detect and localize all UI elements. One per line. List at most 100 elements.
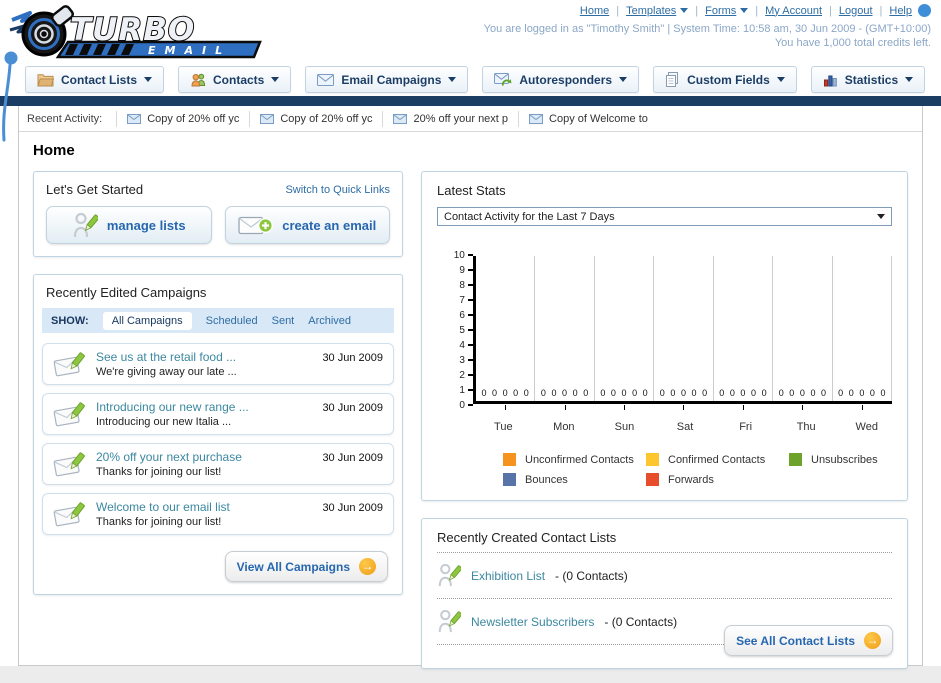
legend-item: Unsubscribes xyxy=(789,453,932,466)
recent-activity-item[interactable]: Copy of Welcome to xyxy=(518,110,658,127)
contact-list-link[interactable]: Newsletter Subscribers xyxy=(471,615,594,629)
envelope-pencil-icon xyxy=(53,351,85,376)
tab-custom-fields[interactable]: Custom Fields xyxy=(653,66,797,93)
nav-home-link[interactable]: Home xyxy=(580,5,609,17)
person-pencil-icon xyxy=(73,212,98,237)
value-labels: 00000 xyxy=(540,388,589,398)
stats-period-dropdown[interactable]: Contact Activity for the Last 7 Days xyxy=(437,207,892,226)
dotted-divider xyxy=(437,598,892,599)
envelope-arrow-icon xyxy=(494,72,512,86)
login-status-text: You are logged in as "Timothy Smith" | S… xyxy=(483,23,931,35)
recent-activity-item[interactable]: 20% off your next p xyxy=(382,110,518,127)
stats-dropdown-value: Contact Activity for the Last 7 Days xyxy=(444,210,615,223)
activity-text: Copy of 20% off yc xyxy=(147,112,240,125)
campaign-title-link[interactable]: Welcome to our email list xyxy=(96,500,313,514)
campaign-row[interactable]: See us at the retail food ... We're givi… xyxy=(42,343,394,385)
chevron-down-icon xyxy=(448,77,457,82)
x-axis-label: Mon xyxy=(553,421,575,433)
campaign-date: 30 Jun 2009 xyxy=(322,402,383,414)
chart-day-group: 00000 xyxy=(595,256,655,410)
tab-contact-lists[interactable]: Contact Lists xyxy=(25,66,165,93)
chevron-down-icon xyxy=(740,8,749,13)
campaign-date: 30 Jun 2009 xyxy=(322,502,383,514)
tab-label: Autoresponders xyxy=(519,72,613,87)
contact-list-item[interactable]: Exhibition List - (0 Contacts) xyxy=(437,560,892,591)
x-axis-label: Sat xyxy=(676,421,694,433)
recent-activity-item[interactable]: Copy of 20% off yc xyxy=(249,110,382,127)
y-axis-tick: 7 xyxy=(445,294,473,306)
chevron-down-icon xyxy=(619,77,628,82)
legend-item: Forwards xyxy=(646,473,789,486)
person-pencil-icon xyxy=(438,609,461,633)
create-email-label: create an email xyxy=(282,217,377,233)
top-nav: Home | Templates | Forms | My Account | Logo… xyxy=(484,4,931,17)
value-labels: 00000 xyxy=(838,388,886,398)
nav-help-link[interactable]: Help xyxy=(889,5,912,17)
contact-activity-chart: 10 9 8 7 6 5 4 3 2 1 0 000000000000000000000000000… xyxy=(445,250,893,411)
envelope-icon xyxy=(393,113,408,124)
navy-divider-bar xyxy=(0,96,941,106)
y-axis-tick: 1 xyxy=(445,384,473,396)
filter-sent[interactable]: Sent xyxy=(272,315,295,327)
tab-statistics[interactable]: Statistics xyxy=(810,66,926,93)
y-axis-tick: 8 xyxy=(445,279,473,291)
header-right: Home | Templates | Forms | My Account | Logo… xyxy=(484,4,931,49)
y-axis-tick: 3 xyxy=(445,354,473,366)
tab-label: Custom Fields xyxy=(687,72,770,87)
campaign-row[interactable]: 20% off your next purchase Thanks for jo… xyxy=(42,443,394,485)
campaign-title-link[interactable]: 20% off your next purchase xyxy=(96,450,313,464)
bar-chart-icon xyxy=(823,75,837,86)
chart-day-group: 00000 xyxy=(714,256,774,410)
y-axis-tick: 5 xyxy=(445,324,473,336)
nav-separator: | xyxy=(879,4,883,17)
switch-quick-links-link[interactable]: Switch to Quick Links xyxy=(285,184,390,196)
pages-icon xyxy=(666,72,679,87)
value-labels: 00000 xyxy=(600,388,648,398)
create-email-button[interactable]: create an email xyxy=(224,206,390,244)
recent-activity-item[interactable]: Copy of 20% off yc xyxy=(116,110,249,127)
x-axis-label: Wed xyxy=(855,421,878,433)
contact-list-count: - (0 Contacts) xyxy=(604,614,678,629)
activity-text: 20% off your next p xyxy=(413,112,509,125)
legend-item: Unconfirmed Contacts xyxy=(503,453,646,466)
view-all-campaigns-button[interactable]: View All Campaigns → xyxy=(224,551,388,582)
campaign-row[interactable]: Welcome to our email list Thanks for joi… xyxy=(42,493,394,535)
x-axis-label: Sun xyxy=(614,421,635,433)
person-pencil-icon xyxy=(438,563,461,587)
campaign-title-link[interactable]: Introducing our new range ... xyxy=(96,400,313,414)
tab-label: Statistics xyxy=(844,72,899,87)
manage-lists-button[interactable]: manage lists xyxy=(46,206,212,244)
credits-text: You have 1,000 total credits left. xyxy=(774,37,931,49)
tab-contacts[interactable]: Contacts xyxy=(178,66,292,93)
contact-list-link[interactable]: Exhibition List xyxy=(471,569,545,583)
legend-swatch xyxy=(646,473,659,486)
y-axis-tick: 0 xyxy=(445,399,473,411)
help-bubble-icon[interactable] xyxy=(918,4,931,17)
filter-scheduled[interactable]: Scheduled xyxy=(206,315,258,327)
campaign-title-link[interactable]: See us at the retail food ... xyxy=(96,350,313,364)
header: TURBO EMAIL Home | Templates | Forms | My A… xyxy=(0,0,941,66)
tab-label: Contact Lists xyxy=(61,72,138,87)
get-started-title: Let's Get Started xyxy=(46,182,144,197)
see-all-contact-lists-button[interactable]: See All Contact Lists → xyxy=(724,625,893,656)
nav-templates-link[interactable]: Templates xyxy=(626,5,689,17)
campaign-subtitle: Thanks for joining our list! xyxy=(96,516,222,528)
nav-forms-link[interactable]: Forms xyxy=(705,5,749,17)
tab-email-campaigns[interactable]: Email Campaigns xyxy=(305,66,469,93)
nav-logout-link[interactable]: Logout xyxy=(839,5,873,17)
chevron-down-icon xyxy=(144,77,153,82)
filter-archived[interactable]: Archived xyxy=(308,315,351,327)
chart-day-group: 00000 xyxy=(833,256,893,410)
content-frame: Recent Activity: Copy of 20% off yc Copy… xyxy=(18,106,923,669)
nav-my-account-link[interactable]: My Account xyxy=(765,5,822,17)
campaigns-title: Recently Edited Campaigns xyxy=(46,285,207,300)
tab-autoresponders[interactable]: Autoresponders xyxy=(482,66,640,93)
campaign-row[interactable]: Introducing our new range ... Introducin… xyxy=(42,393,394,435)
chart-day-group: 00000 xyxy=(654,256,714,410)
envelope-icon xyxy=(260,113,275,124)
chevron-down-icon xyxy=(877,214,885,219)
nav-separator: | xyxy=(616,4,620,17)
filter-all-campaigns[interactable]: All Campaigns xyxy=(102,311,192,330)
latest-stats-panel: Latest Stats Contact Activity for the La… xyxy=(421,171,908,501)
value-labels: 00000 xyxy=(778,388,827,398)
